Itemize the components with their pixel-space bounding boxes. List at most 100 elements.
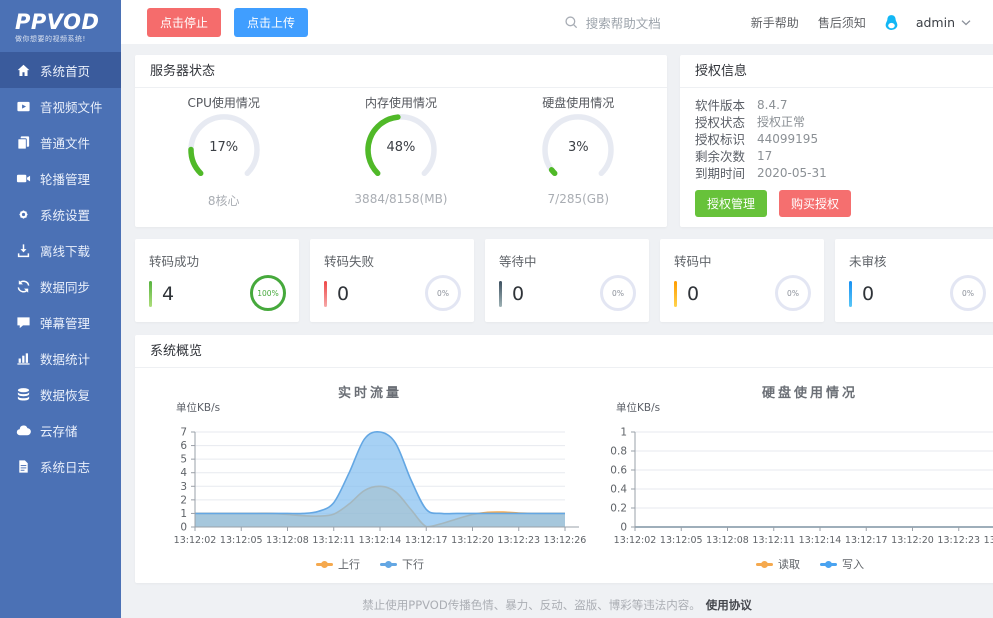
sidebar-item-danmaku[interactable]: 弹幕管理 [0,304,121,340]
legend-marker-dot [321,561,328,568]
svg-text:13:12:26: 13:12:26 [984,535,993,546]
sidebar-item-settings[interactable]: 系统设置 [0,196,121,232]
legend-item-写入[interactable]: 写入 [820,556,864,572]
chart-title: 硬盘使用情况 [590,382,993,401]
sidebar-item-cloud-storage[interactable]: 云存储 [0,412,121,448]
sidebar-item-carousel[interactable]: 轮播管理 [0,160,121,196]
gauge-title: 硬盘使用情况 [490,94,667,110]
video-camera-icon [16,171,31,186]
svg-text:0.2: 0.2 [610,503,627,515]
svg-text:13:12:14: 13:12:14 [799,535,842,546]
database-icon [16,387,31,402]
sidebar: PPVOD 做你想要的视频系统! 系统首页音视频文件普通文件轮播管理系统设置离线… [0,0,121,618]
home-icon [16,63,31,78]
chart-unit-label: 单位KB/s [616,400,660,415]
chevron-down-icon [961,18,971,27]
search-input[interactable]: 搜索帮助文档 [564,13,732,32]
sidebar-item-label: 弹幕管理 [40,313,90,332]
auth-row: 授权状态授权正常 [680,113,993,130]
sidebar-item-home[interactable]: 系统首页 [0,52,121,88]
svg-text:4: 4 [180,467,187,479]
svg-text:13:12:23: 13:12:23 [937,535,980,546]
upload-button[interactable]: 点击上传 [234,8,308,37]
legend-marker [756,561,773,568]
gauge-percent: 17% [182,140,266,155]
gauge-sublabel: 8核心 [135,192,312,209]
user-menu[interactable]: admin [916,15,971,30]
buy-auth-button[interactable]: 购买授权 [779,190,851,217]
legend-item-上行[interactable]: 上行 [316,556,360,572]
auth-row: 软件版本8.4.7 [680,96,993,113]
agreement-link[interactable]: 使用协议 [706,598,752,612]
logo-tagline: 做你想要的视频系统! [15,34,121,44]
stat-card-failed: 转码失败00% [310,239,474,322]
sidebar-item-label: 系统日志 [40,457,90,476]
sidebar-item-data-sync[interactable]: 数据同步 [0,268,121,304]
sidebar-item-offline-download[interactable]: 离线下载 [0,232,121,268]
svg-text:1: 1 [180,508,187,520]
qq-icon[interactable] [883,14,900,31]
sidebar-item-system-log[interactable]: 系统日志 [0,448,121,484]
sidebar-item-label: 数据同步 [40,277,90,296]
username: admin [916,15,955,30]
gauge-sublabel: 3884/8158(MB) [312,192,489,206]
stat-card-waiting: 等待中00% [485,239,649,322]
stat-card-ring: 0% [775,275,811,311]
search-icon [564,15,579,30]
log-icon [16,459,31,474]
stat-card-ring: 0% [600,275,636,311]
auth-row-label: 到期时间 [695,163,749,182]
sidebar-item-files[interactable]: 普通文件 [0,124,121,160]
comment-icon [16,315,31,330]
svg-text:13:12:17: 13:12:17 [845,535,888,546]
legend-marker [820,561,837,568]
charts: 实时流量单位KB/s0123456713:12:0213:12:0513:12:… [135,368,993,582]
chart-disk-io: 硬盘使用情况单位KB/s00.20.40.60.8113:12:0213:12:… [590,374,993,582]
sidebar-item-av-files[interactable]: 音视频文件 [0,88,121,124]
auth-row-value: 授权正常 [757,113,805,130]
sidebar-item-label: 云存储 [40,421,78,440]
stat-card-unreviewed: 未审核00% [835,239,993,322]
sidebar-menu: 系统首页音视频文件普通文件轮播管理系统设置离线下载数据同步弹幕管理数据统计数据恢… [0,52,121,484]
gauge-percent: 3% [536,140,620,155]
gauge-title: CPU使用情况 [135,94,312,110]
stat-card-bar [149,281,152,307]
download-icon [16,243,31,258]
gauge-disk: 硬盘使用情况3%7/285(GB) [490,94,667,209]
legend-item-下行[interactable]: 下行 [380,556,424,572]
sidebar-item-data-recovery[interactable]: 数据恢复 [0,376,121,412]
stat-card-ring: 0% [950,275,986,311]
gauge-arc: 17% [182,110,266,188]
svg-text:13:12:08: 13:12:08 [266,535,309,546]
chart-unit-label: 单位KB/s [176,400,220,415]
legend-item-读取[interactable]: 读取 [756,556,800,572]
stop-button[interactable]: 点击停止 [147,8,221,37]
auth-rows: 软件版本8.4.7授权状态授权正常授权标识44099195剩余次数17到期时间2… [680,96,993,181]
gauge-arc: 48% [359,110,443,188]
auth-row: 到期时间 2020-05-31 [680,164,993,181]
footer-notice: 禁止使用PPVOD传播色情、暴力、反动、盗版、博彩等违法内容。 [362,598,700,612]
chart-legend: 上行 下行 [150,556,590,572]
stat-card-title: 转码失败 [324,251,460,270]
auth-row-value: 2020-05-31 [757,166,827,180]
auth-manage-button[interactable]: 授权管理 [695,190,767,217]
stat-card-title: 转码成功 [149,251,285,270]
sidebar-item-stats[interactable]: 数据统计 [0,340,121,376]
svg-text:13:12:05: 13:12:05 [220,535,263,546]
stat-card-bar [499,281,502,307]
svg-text:13:12:26: 13:12:26 [544,535,587,546]
svg-text:0.8: 0.8 [610,446,627,458]
svg-text:13:12:23: 13:12:23 [497,535,540,546]
svg-text:13:12:08: 13:12:08 [706,535,749,546]
svg-text:13:12:11: 13:12:11 [752,535,795,546]
auth-buttons: 授权管理购买授权 [695,190,993,217]
media-icon [16,99,31,114]
legend-label: 上行 [338,556,360,572]
help-link[interactable]: 新手帮助 [751,14,799,31]
aftersales-link[interactable]: 售后须知 [818,14,866,31]
svg-text:1: 1 [620,427,627,439]
stat-card-value: 0 [862,283,874,305]
topbar-right: 搜索帮助文档 新手帮助 售后须知 admin [564,13,993,32]
chart-traffic: 实时流量单位KB/s0123456713:12:0213:12:0513:12:… [150,374,590,582]
sidebar-item-label: 数据恢复 [40,385,90,404]
